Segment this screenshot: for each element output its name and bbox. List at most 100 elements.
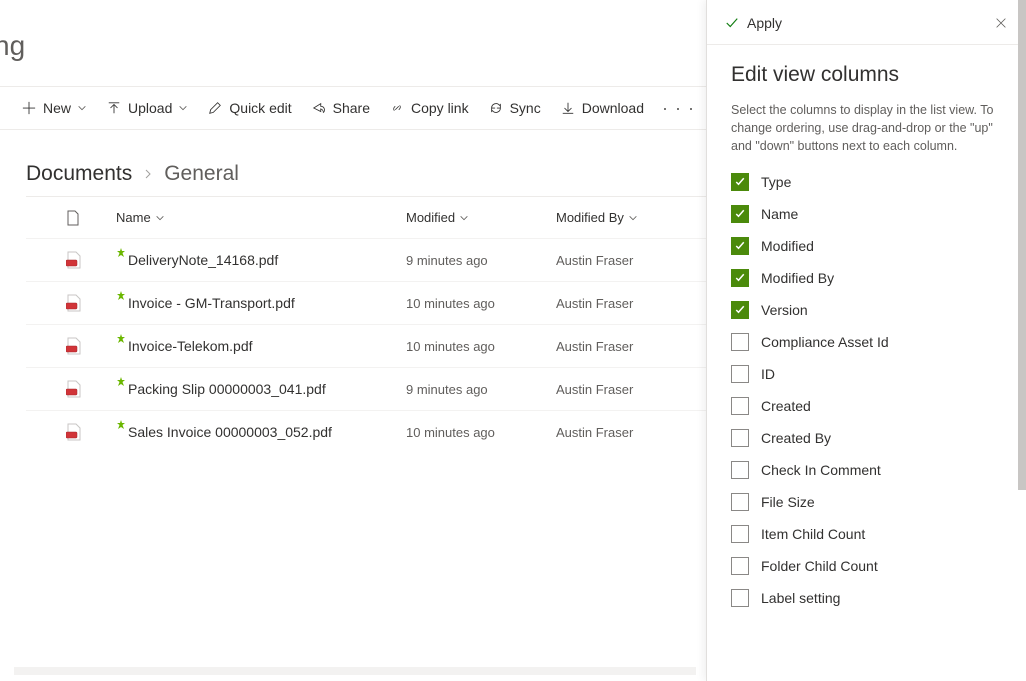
- upload-icon: [107, 101, 121, 115]
- chevron-down-icon: [155, 213, 165, 223]
- file-name-text: Packing Slip 00000003_041.pdf: [128, 381, 326, 397]
- new-indicator-icon: [116, 248, 126, 258]
- pencil-icon: [208, 101, 222, 115]
- checkbox[interactable]: [731, 461, 749, 479]
- column-option-label: Modified: [761, 238, 814, 254]
- modified-by-cell: Austin Fraser: [556, 339, 726, 354]
- column-option[interactable]: ID: [731, 365, 1002, 383]
- breadcrumb-root[interactable]: Documents: [26, 162, 132, 186]
- share-button[interactable]: Share: [304, 92, 378, 124]
- status-bar: [14, 667, 696, 675]
- checkbox[interactable]: [731, 269, 749, 287]
- panel-scrollbar[interactable]: [1018, 0, 1026, 681]
- checkbox[interactable]: [731, 173, 749, 191]
- file-name[interactable]: Invoice - GM-Transport.pdf: [116, 295, 406, 311]
- column-header-name-label: Name: [116, 210, 151, 225]
- overflow-button[interactable]: · · ·: [656, 92, 701, 124]
- new-indicator-icon: [116, 377, 126, 387]
- upload-label: Upload: [128, 100, 172, 116]
- pdf-file-icon: [66, 380, 116, 398]
- column-option[interactable]: Label setting: [731, 589, 1002, 607]
- column-option[interactable]: File Size: [731, 493, 1002, 511]
- column-header-modified-label: Modified: [406, 210, 455, 225]
- modified-cell: 10 minutes ago: [406, 425, 556, 440]
- share-label: Share: [333, 100, 370, 116]
- column-option[interactable]: Name: [731, 205, 1002, 223]
- column-option-label: Created: [761, 398, 811, 414]
- download-label: Download: [582, 100, 644, 116]
- file-name-text: Sales Invoice 00000003_052.pdf: [128, 424, 332, 440]
- column-option[interactable]: Compliance Asset Id: [731, 333, 1002, 351]
- modified-cell: 9 minutes ago: [406, 382, 556, 397]
- checkmark-icon: [725, 16, 739, 30]
- column-option[interactable]: Modified By: [731, 269, 1002, 287]
- sync-label: Sync: [510, 100, 541, 116]
- checkbox[interactable]: [731, 333, 749, 351]
- sync-button[interactable]: Sync: [481, 92, 549, 124]
- new-indicator-icon: [116, 291, 126, 301]
- checkbox[interactable]: [731, 525, 749, 543]
- chevron-down-icon: [628, 213, 638, 223]
- checkbox[interactable]: [731, 205, 749, 223]
- copy-link-button[interactable]: Copy link: [382, 92, 477, 124]
- modified-cell: 10 minutes ago: [406, 339, 556, 354]
- scroll-thumb[interactable]: [1018, 0, 1026, 490]
- apply-button[interactable]: Apply: [725, 15, 782, 31]
- chevron-down-icon: [459, 213, 469, 223]
- link-icon: [390, 101, 404, 115]
- type-column-icon[interactable]: [66, 210, 116, 226]
- file-name-text: Invoice-Telekom.pdf: [128, 338, 253, 354]
- file-name[interactable]: Packing Slip 00000003_041.pdf: [116, 381, 406, 397]
- modified-by-cell: Austin Fraser: [556, 296, 726, 311]
- column-option-label: Compliance Asset Id: [761, 334, 889, 350]
- pdf-file-icon: [66, 294, 116, 312]
- modified-by-cell: Austin Fraser: [556, 425, 726, 440]
- column-option[interactable]: Type: [731, 173, 1002, 191]
- column-header-modified-by-label: Modified By: [556, 210, 624, 225]
- checkbox[interactable]: [731, 237, 749, 255]
- file-name[interactable]: DeliveryNote_14168.pdf: [116, 252, 406, 268]
- column-option[interactable]: Item Child Count: [731, 525, 1002, 543]
- column-header-modified-by[interactable]: Modified By: [556, 210, 726, 225]
- modified-cell: 9 minutes ago: [406, 253, 556, 268]
- copy-link-label: Copy link: [411, 100, 469, 116]
- checkbox[interactable]: [731, 557, 749, 575]
- new-button[interactable]: New: [14, 92, 95, 124]
- chevron-right-icon: [142, 168, 154, 180]
- modified-by-cell: Austin Fraser: [556, 253, 726, 268]
- quick-edit-button[interactable]: Quick edit: [200, 92, 299, 124]
- column-option-label: ID: [761, 366, 775, 382]
- file-name[interactable]: Invoice-Telekom.pdf: [116, 338, 406, 354]
- column-header-modified[interactable]: Modified: [406, 210, 556, 225]
- checkbox[interactable]: [731, 397, 749, 415]
- panel-header: Apply: [707, 0, 1026, 45]
- column-option-label: File Size: [761, 494, 815, 510]
- file-name[interactable]: Sales Invoice 00000003_052.pdf: [116, 424, 406, 440]
- column-option[interactable]: Created By: [731, 429, 1002, 447]
- checkbox[interactable]: [731, 365, 749, 383]
- download-icon: [561, 101, 575, 115]
- checkbox[interactable]: [731, 493, 749, 511]
- plus-icon: [22, 101, 36, 115]
- column-option[interactable]: Created: [731, 397, 1002, 415]
- column-header-name[interactable]: Name: [116, 210, 406, 225]
- column-option[interactable]: Version: [731, 301, 1002, 319]
- column-option[interactable]: Folder Child Count: [731, 557, 1002, 575]
- checkbox[interactable]: [731, 301, 749, 319]
- download-button[interactable]: Download: [553, 92, 652, 124]
- close-button[interactable]: [990, 12, 1012, 34]
- new-label: New: [43, 100, 71, 116]
- close-icon: [994, 16, 1008, 30]
- pdf-file-icon: [66, 423, 116, 441]
- file-name-text: DeliveryNote_14168.pdf: [128, 252, 278, 268]
- upload-button[interactable]: Upload: [99, 92, 196, 124]
- column-option-label: Type: [761, 174, 791, 190]
- checkbox[interactable]: [731, 429, 749, 447]
- checkbox[interactable]: [731, 589, 749, 607]
- new-indicator-icon: [116, 334, 126, 344]
- column-option[interactable]: Modified: [731, 237, 1002, 255]
- column-option-label: Folder Child Count: [761, 558, 878, 574]
- panel-title: Edit view columns: [731, 63, 1002, 87]
- column-option[interactable]: Check In Comment: [731, 461, 1002, 479]
- new-indicator-icon: [116, 420, 126, 430]
